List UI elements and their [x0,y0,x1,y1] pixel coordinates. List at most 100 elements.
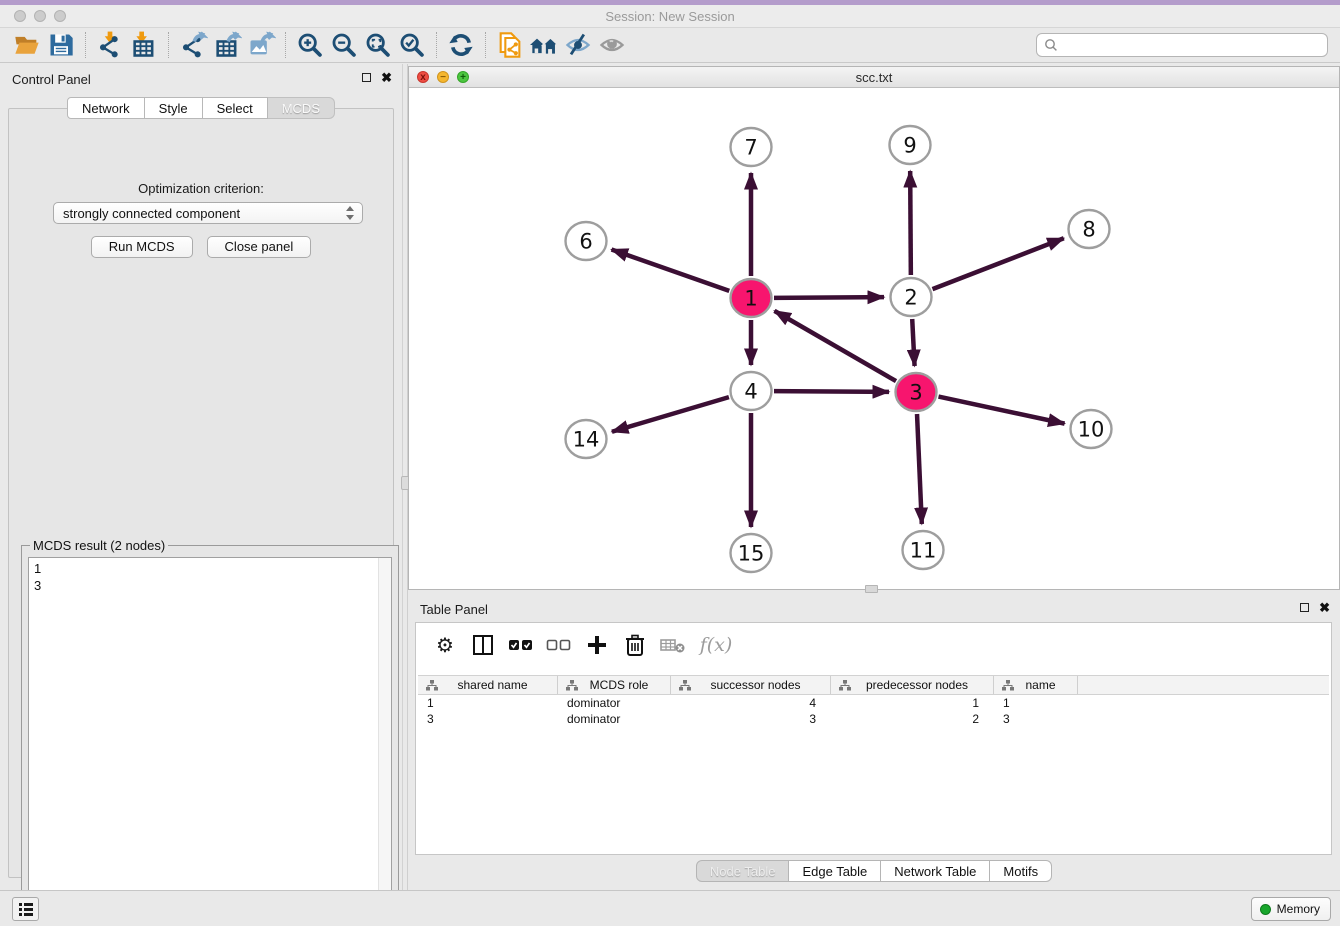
node-14[interactable]: 14 [566,420,607,458]
zoom-out-icon[interactable] [327,30,361,60]
search-icon [1043,37,1059,53]
apply-layout-icon[interactable] [444,30,478,60]
column-label: MCDS role [578,678,670,692]
toolbar-separator [85,32,86,58]
tab-mcds[interactable]: MCDS [268,97,335,119]
zoom-selected-icon[interactable] [395,30,429,60]
delete-row-icon[interactable] [620,631,650,659]
app-title: Session: New Session [0,9,1340,24]
fit-content-icon[interactable] [361,30,395,60]
column-header-MCDS-role[interactable]: MCDS role [558,676,671,694]
add-row-icon[interactable] [582,631,612,659]
node-7[interactable]: 7 [731,128,772,166]
edge-1-6[interactable] [612,249,730,290]
table-toolbar: ⚙ f(x) [416,623,1331,667]
network-resize-handle[interactable] [865,585,878,593]
edge-3-11[interactable] [917,414,922,524]
edge-1-2[interactable] [774,297,884,298]
node-6[interactable]: 6 [566,222,607,260]
mcds-result-area[interactable]: 1 3 [28,557,392,909]
node-label-3: 3 [909,381,922,405]
memory-button[interactable]: Memory [1251,897,1331,921]
network-canvas[interactable]: 7 9 6 8 1 2 4 3 14 10 15 11 [409,88,1339,589]
tab-motifs[interactable]: Motifs [990,860,1052,882]
column-label: predecessor nodes [851,678,993,692]
import-network-icon[interactable] [93,30,127,60]
close-panel-button[interactable]: Close panel [207,236,312,258]
edge-3-10[interactable] [939,397,1065,424]
cell-successor: 4 [671,695,831,711]
edge-2-8[interactable] [932,238,1063,289]
table-row[interactable]: 1dominator411 [418,695,1329,711]
memory-status-icon [1260,904,1271,915]
node-table-card: ⚙ f(x) shared name MCDS rolesuccessor node… [415,622,1332,855]
criterion-dropdown[interactable]: strongly connected component [53,202,363,224]
node-2[interactable]: 2 [891,278,932,316]
column-header-name[interactable]: name [994,676,1078,694]
status-bar: Memory [0,890,1340,926]
cell-predecessor: 2 [831,711,994,727]
memory-label: Memory [1277,902,1320,916]
unselect-all-icon[interactable] [544,631,574,659]
tab-select[interactable]: Select [203,97,268,119]
node-4[interactable]: 4 [731,372,772,410]
zoom-in-icon[interactable] [293,30,327,60]
column-header-successor-nodes[interactable]: successor nodes [671,676,831,694]
node-8[interactable]: 8 [1069,210,1110,248]
tab-node-table[interactable]: Node Table [696,860,790,882]
node-15[interactable]: 15 [731,534,772,572]
export-table-icon[interactable] [210,30,244,60]
node-9[interactable]: 9 [890,126,931,164]
edge-4-3[interactable] [774,391,889,392]
search-field[interactable] [1036,33,1328,57]
tab-edge-table[interactable]: Edge Table [789,860,881,882]
node-label-7: 7 [744,136,757,160]
column-header-predecessor-nodes[interactable]: predecessor nodes [831,676,994,694]
network-window-title: scc.txt [409,70,1339,85]
tab-style[interactable]: Style [145,97,203,119]
select-all-icon[interactable] [506,631,536,659]
table-float-panel-icon[interactable] [1300,603,1309,612]
gear-icon[interactable]: ⚙ [430,631,460,659]
network-window-titlebar[interactable]: x − + scc.txt [409,67,1339,88]
run-mcds-button[interactable]: Run MCDS [91,236,193,258]
task-list-icon [17,901,35,917]
node-11[interactable]: 11 [903,531,944,569]
cell-name: 1 [994,695,1078,711]
result-scrollbar[interactable] [378,558,391,908]
function-builder-icon: f(x) [696,631,736,659]
import-table-icon[interactable] [127,30,161,60]
cell-name: 3 [994,711,1078,727]
column-header-shared-name[interactable]: shared name [418,676,558,694]
mcds-panel-body: Optimization criterion: strongly connect… [8,108,394,878]
node-1[interactable]: 1 [731,279,772,317]
close-panel-icon[interactable]: ✖ [381,72,392,83]
edge-2-9[interactable] [910,171,911,275]
float-panel-icon[interactable] [362,73,371,82]
node-3[interactable]: 3 [896,373,937,411]
toolbar-separator [285,32,286,58]
edge-3-1[interactable] [774,311,896,381]
new-network-from-selection-icon[interactable] [493,30,527,60]
export-image-icon[interactable] [244,30,278,60]
node-10[interactable]: 10 [1071,410,1112,448]
export-network-icon[interactable] [176,30,210,60]
save-session-icon[interactable] [44,30,78,60]
hide-selected-icon[interactable] [561,30,595,60]
tab-network-table[interactable]: Network Table [881,860,990,882]
edge-2-3[interactable] [912,319,914,366]
toolbar-separator [168,32,169,58]
cell-successor: 3 [671,711,831,727]
search-input[interactable] [1059,35,1327,55]
edge-4-14[interactable] [612,397,729,432]
open-session-icon[interactable] [10,30,44,60]
tab-network[interactable]: Network [67,97,145,119]
first-neighbors-icon[interactable] [527,30,561,60]
columns-icon[interactable] [468,631,498,659]
show-all-icon[interactable] [595,30,629,60]
node-label-6: 6 [579,230,592,254]
table-close-panel-icon[interactable]: ✖ [1319,602,1330,613]
table-row[interactable]: 3dominator323 [418,711,1329,727]
task-history-button[interactable] [12,897,39,921]
cell-mcds_role: dominator [558,695,671,711]
